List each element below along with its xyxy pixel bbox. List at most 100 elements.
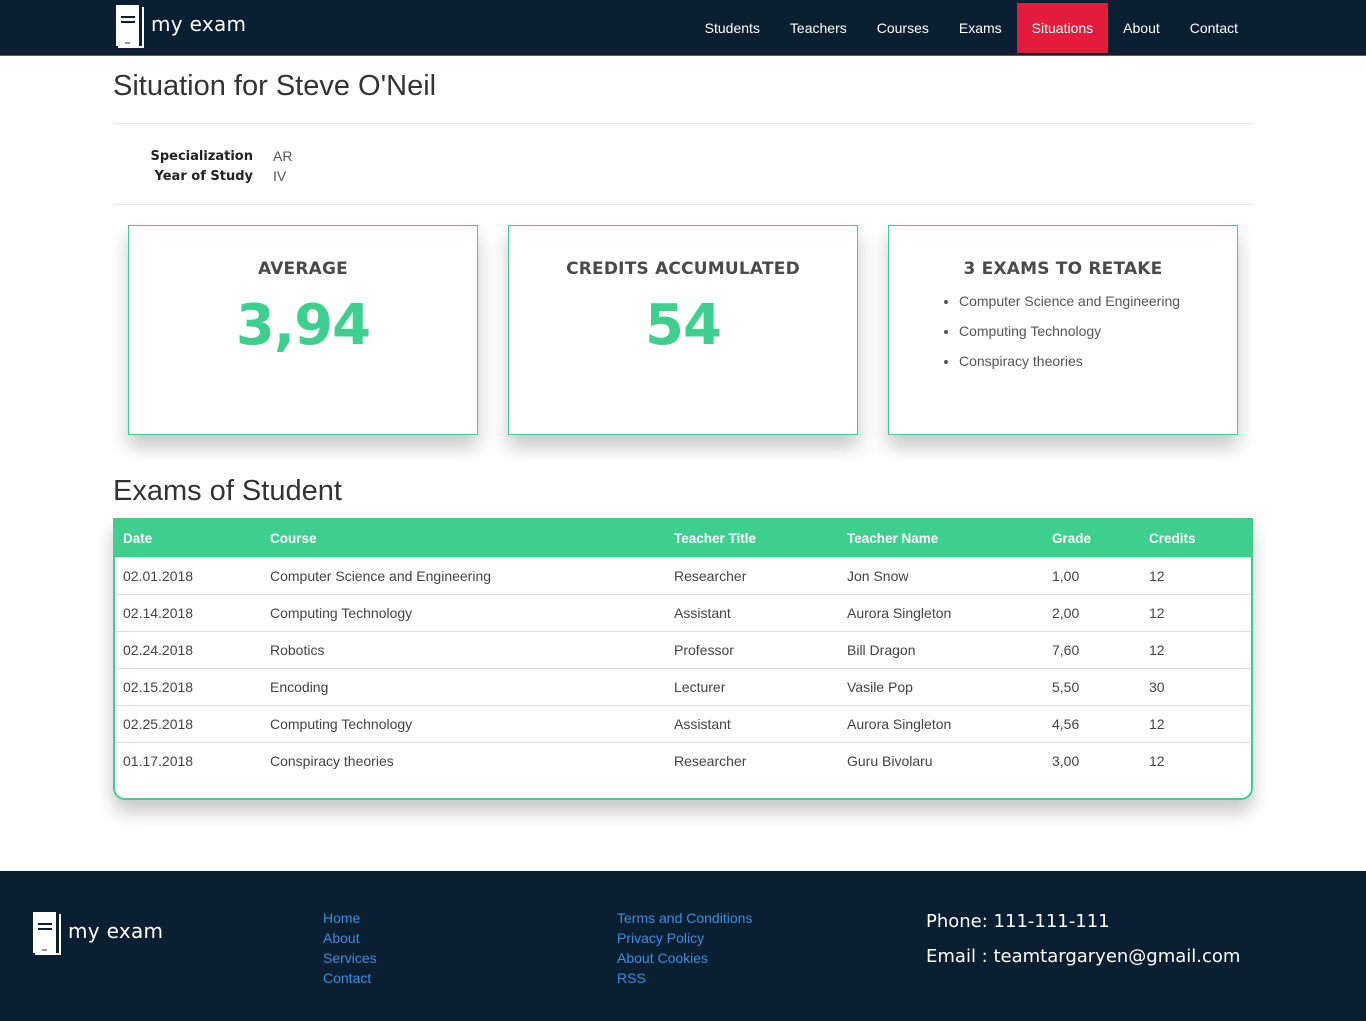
brand-name: my exam [151,12,247,36]
cell-teacher-name: Guru Bivolaru [839,741,1044,779]
cell-date: 02.24.2018 [115,630,262,668]
footer-brand-name: my exam [68,919,164,943]
footer-phone: Phone: 111-111-111 [926,911,1110,932]
nav-teachers[interactable]: Teachers [775,3,862,53]
nav-contact[interactable]: Contact [1175,3,1253,53]
year-of-study-label: Year of Study [154,168,253,184]
cell-course: Robotics [262,630,666,668]
nav-exams[interactable]: Exams [944,3,1017,53]
cell-teacher-name: Bill Dragon [839,630,1044,668]
cell-date: 02.14.2018 [115,593,262,631]
cell-teacher-title: Researcher [666,556,839,594]
specialization-value: AR [273,148,293,164]
table-row: 02.24.2018 Robotics Professor Bill Drago… [115,630,1251,668]
specialization-label: Specialization [150,148,253,164]
specialization-row: Specialization AR [113,146,292,166]
column-header-course: Course [270,530,317,546]
footer-link-contact[interactable]: Contact [323,968,377,988]
exams-table: Date Course Teacher Title Teacher Name G… [115,520,1251,779]
cell-course: Computer Science and Engineering [262,556,666,594]
retake-list: Computer Science and Engineering Computi… [959,291,1237,381]
exams-section-title: Exams of Student [113,475,342,507]
cell-date: 02.01.2018 [115,556,262,594]
table-row: 02.25.2018 Computing Technology Assistan… [115,704,1251,742]
footer-link-rss[interactable]: RSS [617,968,752,988]
cell-teacher-name: Jon Snow [839,556,1044,594]
average-value: 3,94 [235,293,371,358]
main-nav: Students Teachers Courses Exams Situatio… [690,3,1253,53]
footer-email: Email : teamtargaryen@gmail.com [926,946,1241,967]
footer-links-legal: Terms and Conditions Privacy Policy Abou… [617,908,752,988]
brand-logo-link[interactable]: my exam [116,4,246,48]
retake-item: Computer Science and Engineering [959,291,1237,321]
table-row: 01.17.2018 Conspiracy theories Researche… [115,741,1251,779]
table-row: 02.01.2018 Computer Science and Engineer… [115,556,1251,594]
nav-situations[interactable]: Situations [1016,3,1109,53]
footer-link-cookies[interactable]: About Cookies [617,948,752,968]
cell-teacher-name: Aurora Singleton [839,704,1044,742]
column-header-date: Date [123,530,153,546]
divider [113,123,1253,124]
credits-value: 54 [645,293,722,358]
cell-credits: 12 [1141,593,1251,631]
cell-teacher-title: Researcher [666,741,839,779]
cell-date: 01.17.2018 [115,741,262,779]
cell-grade: 3,00 [1044,741,1141,779]
table-header-row: Date Course Teacher Title Teacher Name G… [115,520,1251,557]
average-card: AVERAGE 3,94 [128,225,478,435]
cell-course: Conspiracy theories [262,741,666,779]
cell-teacher-title: Assistant [666,704,839,742]
footer-link-privacy[interactable]: Privacy Policy [617,928,752,948]
average-title: AVERAGE [258,259,348,279]
book-icon [33,911,61,955]
cell-teacher-name: Aurora Singleton [839,593,1044,631]
footer-link-home[interactable]: Home [323,908,377,928]
cell-teacher-title: Lecturer [666,667,839,705]
cell-credits: 12 [1141,556,1251,594]
footer-link-terms[interactable]: Terms and Conditions [617,908,752,928]
cell-grade: 4,56 [1044,704,1141,742]
year-of-study-value: IV [273,168,287,184]
page-title: Situation for Steve O'Neil [113,70,437,102]
footer-link-services[interactable]: Services [323,948,377,968]
cell-credits: 12 [1141,704,1251,742]
retake-item: Computing Technology [959,321,1237,351]
cell-credits: 12 [1141,630,1251,668]
cell-teacher-name: Vasile Pop [839,667,1044,705]
year-of-study-row: Year of Study IV [113,166,292,186]
cell-grade: 2,00 [1044,593,1141,631]
footer-brand-link[interactable]: my exam [33,911,163,955]
divider [113,204,1253,205]
footer-link-about[interactable]: About [323,928,377,948]
cell-credits: 30 [1141,667,1251,705]
nav-students[interactable]: Students [690,3,775,53]
cell-course: Encoding [262,667,666,705]
column-header-grade: Grade [1052,530,1092,546]
exams-table-container: Date Course Teacher Title Teacher Name G… [113,518,1253,800]
nav-about[interactable]: About [1108,3,1175,53]
table-row: 02.15.2018 Encoding Lecturer Vasile Pop … [115,667,1251,705]
retake-card: 3 EXAMS TO RETAKE Computer Science and E… [888,225,1238,435]
top-navbar: my exam Students Teachers Courses Exams … [0,0,1366,56]
cell-date: 02.25.2018 [115,704,262,742]
cell-grade: 1,00 [1044,556,1141,594]
cell-credits: 12 [1141,741,1251,779]
student-info: Specialization AR Year of Study IV [113,146,292,186]
footer: my exam Home About Services Contact Term… [0,871,1366,1021]
column-header-teacher-name: Teacher Name [847,530,939,546]
cell-teacher-title: Professor [666,630,839,668]
book-icon [116,4,144,48]
column-header-credits: Credits [1149,530,1196,546]
cell-teacher-title: Assistant [666,593,839,631]
cell-course: Computing Technology [262,593,666,631]
retake-item: Conspiracy theories [959,351,1237,381]
cell-date: 02.15.2018 [115,667,262,705]
cell-grade: 7,60 [1044,630,1141,668]
table-row: 02.14.2018 Computing Technology Assistan… [115,593,1251,631]
credits-title: CREDITS ACCUMULATED [566,259,800,279]
retake-title: 3 EXAMS TO RETAKE [963,259,1163,279]
cell-grade: 5,50 [1044,667,1141,705]
nav-courses[interactable]: Courses [862,3,944,53]
footer-contact: Phone: 111-111-111 Email : teamtargaryen… [926,911,1240,981]
column-header-teacher-title: Teacher Title [674,530,757,546]
